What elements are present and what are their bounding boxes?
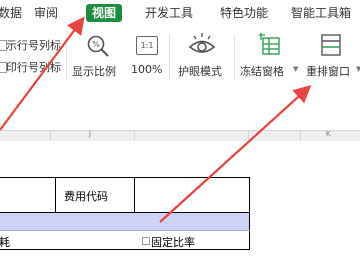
zoom-100-button[interactable]: 1:1 100% <box>129 32 165 84</box>
table-border <box>0 177 250 178</box>
cell-consumption[interactable]: 耗 <box>0 234 10 250</box>
fixed-ratio-checkbox[interactable] <box>142 237 150 245</box>
zoom-percent-icon: % <box>87 35 109 57</box>
rearrange-windows-icon <box>321 34 341 56</box>
menu-special-features[interactable]: 特色功能 <box>220 4 268 22</box>
menu-bar: 数据 审阅 视图 开发工具 特色功能 智能工具箱 <box>0 0 360 26</box>
table-border <box>0 249 250 250</box>
column-header-k[interactable]: K <box>326 130 331 138</box>
print-row-col-headers-label: 印行号列标 <box>6 61 61 74</box>
rearrange-windows-button[interactable]: 重排窗口 ▼ <box>304 32 360 84</box>
ribbon-separator <box>234 34 235 80</box>
show-row-col-headers-label: 示行号列标 <box>6 39 61 52</box>
menu-review[interactable]: 审阅 <box>34 4 58 22</box>
menu-smart-toolbox[interactable]: 智能工具箱 <box>291 4 351 22</box>
menu-view[interactable]: 视图 <box>86 4 123 22</box>
ribbon-separator <box>66 34 67 80</box>
eye-protection-button[interactable]: 护眼模式 <box>174 32 230 84</box>
formula-bar-area <box>0 88 360 130</box>
eye-protection-label: 护眼模式 <box>178 65 222 78</box>
zoom-button[interactable]: % 显示比例 <box>72 32 126 84</box>
table-border <box>0 230 250 231</box>
zoom-100-label: 100% <box>131 63 163 76</box>
table-border <box>55 177 56 212</box>
zoom-label: 显示比例 <box>72 65 116 78</box>
rearrange-windows-dropdown-icon: ▼ <box>356 65 360 73</box>
spreadsheet-grid[interactable] <box>0 141 360 280</box>
freeze-panes-dropdown-icon: ▼ <box>293 65 299 73</box>
freeze-panes-button[interactable]: 冻结窗格 ▼ <box>240 32 302 84</box>
column-header-j[interactable]: J <box>89 130 91 138</box>
menu-data[interactable]: 数据 <box>0 4 22 22</box>
header-cell-fee-code[interactable]: 费用代码 <box>64 188 108 204</box>
freeze-panes-label: 冻结窗格 <box>240 65 284 78</box>
actual-size-icon: 1:1 <box>136 36 158 55</box>
highlight-row[interactable] <box>0 213 249 230</box>
menu-developer-tools[interactable]: 开发工具 <box>145 4 193 22</box>
svg-text:%: % <box>92 40 100 49</box>
rearrange-windows-label: 重排窗口 <box>306 65 350 78</box>
ribbon-separator <box>169 34 170 80</box>
freeze-panes-icon <box>259 33 280 55</box>
eye-icon <box>188 33 216 53</box>
table-border <box>134 177 135 212</box>
table-border <box>249 177 250 250</box>
cell-fixed-ratio[interactable]: 固定比率 <box>151 234 195 250</box>
